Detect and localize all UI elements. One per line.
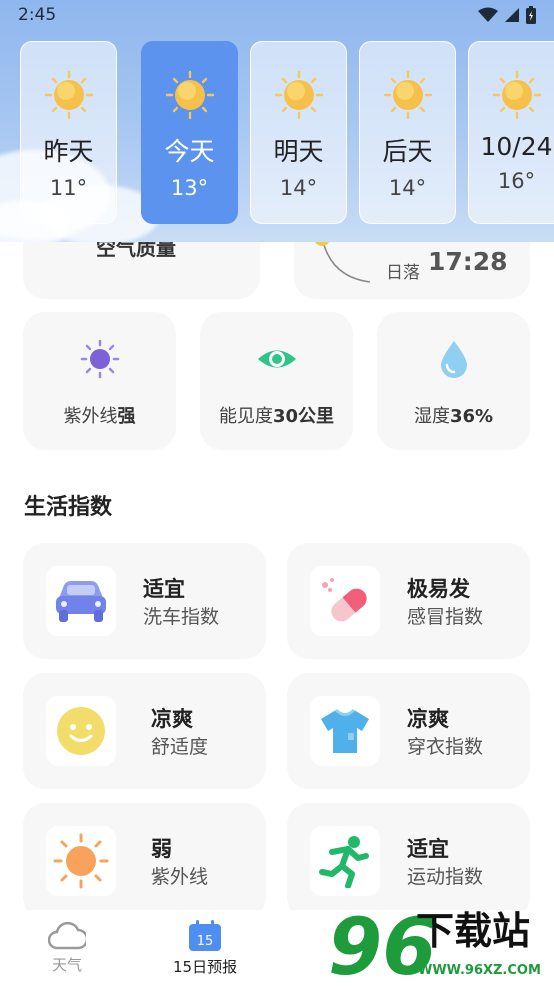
life-value: 适宜	[407, 837, 449, 861]
day-label: 10/24	[480, 132, 553, 161]
day-temp: 11°	[49, 176, 88, 200]
day-label: 今天	[164, 137, 215, 166]
status-bar: 2:45	[0, 0, 554, 30]
status-icons	[478, 6, 536, 24]
runner-icon	[319, 836, 369, 888]
sun-icon	[383, 70, 432, 120]
sun-icon	[492, 70, 541, 120]
status-time: 2:45	[18, 5, 57, 25]
day-label: 明天	[273, 137, 324, 166]
visibility-text: 能见度30公里	[218, 406, 335, 427]
icon-box	[46, 566, 116, 636]
humidity-text: 湿度36%	[413, 406, 494, 427]
day-temp: 14°	[388, 176, 427, 200]
car-icon	[56, 581, 106, 622]
calendar-badge: 15	[197, 934, 214, 949]
tab-label: 15日预报	[173, 958, 238, 976]
day-card-1[interactable]: 今天 13°	[141, 41, 238, 224]
wifi-icon	[478, 7, 498, 22]
uv-text: 紫外线强	[63, 406, 136, 427]
life-value: 极易发	[407, 577, 470, 601]
sun-uv-icon	[53, 833, 109, 889]
day-temp: 13°	[170, 176, 209, 200]
icon-box	[310, 566, 380, 636]
life-card-car-wash[interactable]: 适宜 洗车指数	[23, 543, 266, 659]
battery-icon	[526, 6, 536, 24]
tshirt-icon	[321, 708, 369, 753]
day-card-0[interactable]: 昨天 11°	[20, 41, 117, 224]
day-card-3[interactable]: 后天 14°	[359, 41, 456, 224]
life-card-dressing[interactable]: 凉爽 穿衣指数	[287, 673, 530, 789]
uv-sun-icon	[80, 339, 119, 379]
day-card-2[interactable]: 明天 14°	[250, 41, 347, 224]
tab-label: 天气	[51, 956, 82, 974]
life-name: 洗车指数	[143, 606, 220, 628]
visibility-card[interactable]: 能见度30公里	[200, 312, 353, 450]
tab-weather[interactable]: 天气	[48, 920, 86, 975]
smiley-icon	[57, 707, 105, 755]
watermark-logo: 96 下载站 WWW.96XZ.COM	[326, 898, 554, 988]
day-label: 后天	[382, 137, 433, 166]
watermark-text: 下载站	[416, 909, 530, 953]
life-name: 穿衣指数	[407, 736, 484, 758]
life-card-uv[interactable]: 弱 紫外线	[23, 803, 266, 919]
life-name: 感冒指数	[407, 606, 484, 628]
life-name: 紫外线	[151, 866, 209, 888]
life-card-cold[interactable]: 极易发 感冒指数	[287, 543, 530, 659]
life-value: 弱	[151, 837, 172, 861]
icon-box	[310, 826, 380, 896]
water-drop-icon	[440, 341, 467, 378]
cloud-icon	[48, 921, 86, 950]
watermark-96-logo: 96 下载站 WWW.96XZ.COM	[328, 903, 541, 988]
life-name: 舒适度	[151, 736, 209, 758]
tab-15-day-forecast[interactable]: 15 15日预报	[173, 920, 237, 977]
icon-box	[46, 826, 116, 896]
life-value: 凉爽	[151, 707, 193, 731]
weather-header: 2:45 昨天 11° 今天 13° 明天 14° 后天 14° 10/24 16°	[0, 0, 554, 242]
uv-card[interactable]: 紫外线强	[23, 312, 176, 450]
icon-box	[310, 696, 380, 766]
calendar-icon: 15	[189, 920, 222, 951]
day-label: 昨天	[43, 137, 94, 166]
day-temp: 14°	[279, 176, 318, 200]
signal-icon	[505, 8, 519, 22]
day-temp: 16°	[497, 169, 536, 193]
day-card-4[interactable]: 10/24 16°	[468, 41, 554, 224]
pill-icon	[322, 578, 367, 622]
life-value: 适宜	[143, 577, 185, 601]
sun-icon	[274, 70, 323, 120]
humidity-card[interactable]: 湿度36%	[377, 312, 530, 450]
life-index-title: 生活指数	[24, 495, 113, 520]
life-card-comfort[interactable]: 凉爽 舒适度	[23, 673, 266, 789]
sun-icon	[165, 70, 214, 120]
icon-box	[46, 696, 116, 766]
life-name: 运动指数	[407, 866, 484, 888]
sunset-label: 日落	[386, 263, 420, 283]
watermark-url: WWW.96XZ.COM	[418, 963, 541, 978]
sun-icon	[44, 70, 93, 120]
life-value: 凉爽	[407, 707, 449, 731]
sunset-time: 17:28	[428, 247, 508, 276]
eye-icon	[257, 350, 296, 368]
